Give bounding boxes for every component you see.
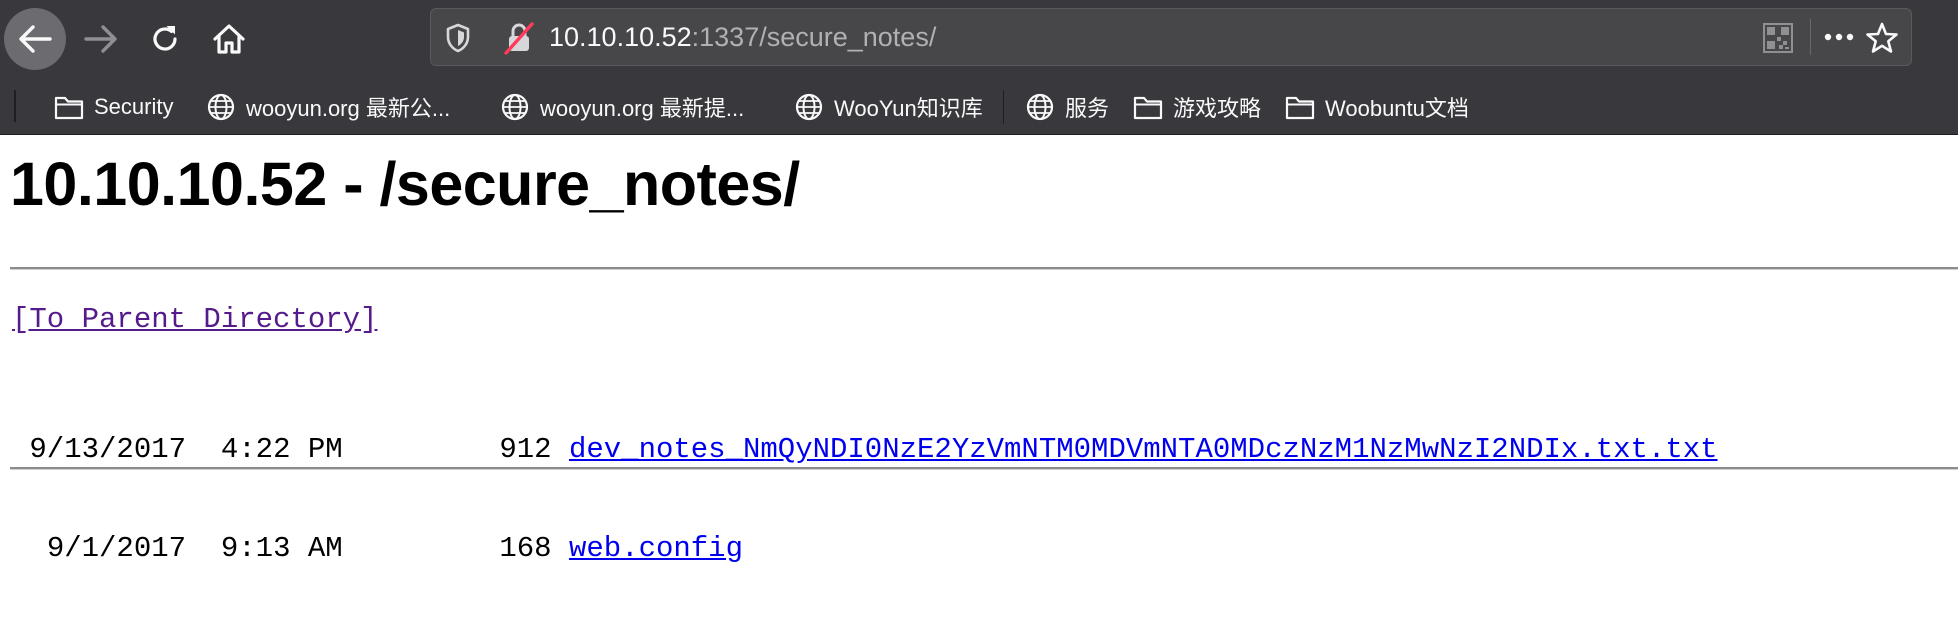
insecure-lock-icon[interactable] [503,21,535,60]
globe-icon [206,92,236,122]
page-title: 10.10.10.52 - /secure_notes/ [10,150,800,218]
folder-icon [1133,94,1163,120]
bookmark-label: WooYun知识库 [834,96,983,121]
bookmark-wooyun-latest-submitted[interactable]: wooyun.org 最新提... [500,92,744,122]
url-host: 10.10.10.52 [549,22,692,52]
bookmark-wooyun-knowledge[interactable]: WooYun知识库 [794,92,983,122]
forward-button[interactable] [70,8,132,70]
address-bar[interactable]: 10.10.10.52:1337/secure_notes/ [430,8,1912,66]
url-path: :1337/secure_notes/ [691,22,937,52]
urlbar-separator [1810,19,1811,55]
tracking-shield-icon[interactable] [445,23,471,58]
qr-code-icon[interactable] [1763,23,1793,58]
bookmarks-divider [14,90,16,122]
bookmark-label: 游戏攻略 [1173,96,1262,121]
horizontal-rule [10,467,1958,470]
browser-toolbar: 10.10.10.52:1337/secure_notes/ [0,0,1958,80]
bookmarks-toolbar: Security wooyun.org 最新公... wooyun.org 最新… [0,80,1958,135]
file-size: 168 [499,532,552,565]
bookmark-wooyun-latest-public[interactable]: wooyun.org 最新公... [206,92,450,122]
folder-icon [54,94,84,120]
file-time: 9:13 AM [220,532,343,565]
file-size: 912 [499,433,552,466]
bookmark-label: wooyun.org 最新提... [540,96,745,121]
globe-icon [794,92,824,122]
arrow-right-icon [84,25,117,53]
bookmarks-separator [1003,90,1004,124]
reload-button[interactable] [134,8,196,70]
home-icon [213,24,245,54]
bookmark-label: wooyun.org 最新公... [246,96,451,121]
file-date: 9/1/2017 [46,532,187,565]
parent-directory-link[interactable]: [To Parent Directory] [12,303,377,336]
globe-icon [500,92,530,122]
bookmark-game-guides[interactable]: 游戏攻略 [1133,92,1261,122]
arrow-left-icon [19,25,52,53]
bookmark-label: 服务 [1065,96,1110,121]
file-link[interactable]: web.config [569,532,743,565]
back-button[interactable] [4,8,66,70]
horizontal-rule [10,267,1958,270]
file-row: 9/13/2017 4:22 PM 912 dev_notes_NmQyNDI0… [12,433,1718,466]
file-time: 4:22 PM [220,433,343,466]
page-actions-icon[interactable] [1823,24,1855,55]
bookmark-label: Woobuntu文档 [1325,96,1469,121]
bookmark-woobuntu-docs[interactable]: Woobuntu文档 [1285,92,1469,122]
reload-icon [153,26,177,51]
bookmark-star-icon[interactable] [1865,21,1899,60]
folder-icon [1285,94,1315,120]
home-button[interactable] [198,8,260,70]
file-row: 9/1/2017 9:13 AM 168 web.config [12,532,1718,565]
url-text[interactable]: 10.10.10.52:1337/secure_notes/ [549,22,936,52]
bookmark-label: Security [94,94,174,119]
bookmark-security[interactable]: Security [54,92,173,122]
file-link[interactable]: dev_notes_NmQyNDI0NzE2YzVmNTM0MDVmNTA0MD… [569,433,1718,466]
file-listing: 9/13/2017 4:22 PM 912 dev_notes_NmQyNDI0… [12,367,1718,631]
bookmark-services[interactable]: 服务 [1025,92,1109,122]
file-date: 9/13/2017 [29,433,187,466]
globe-icon [1025,92,1055,122]
